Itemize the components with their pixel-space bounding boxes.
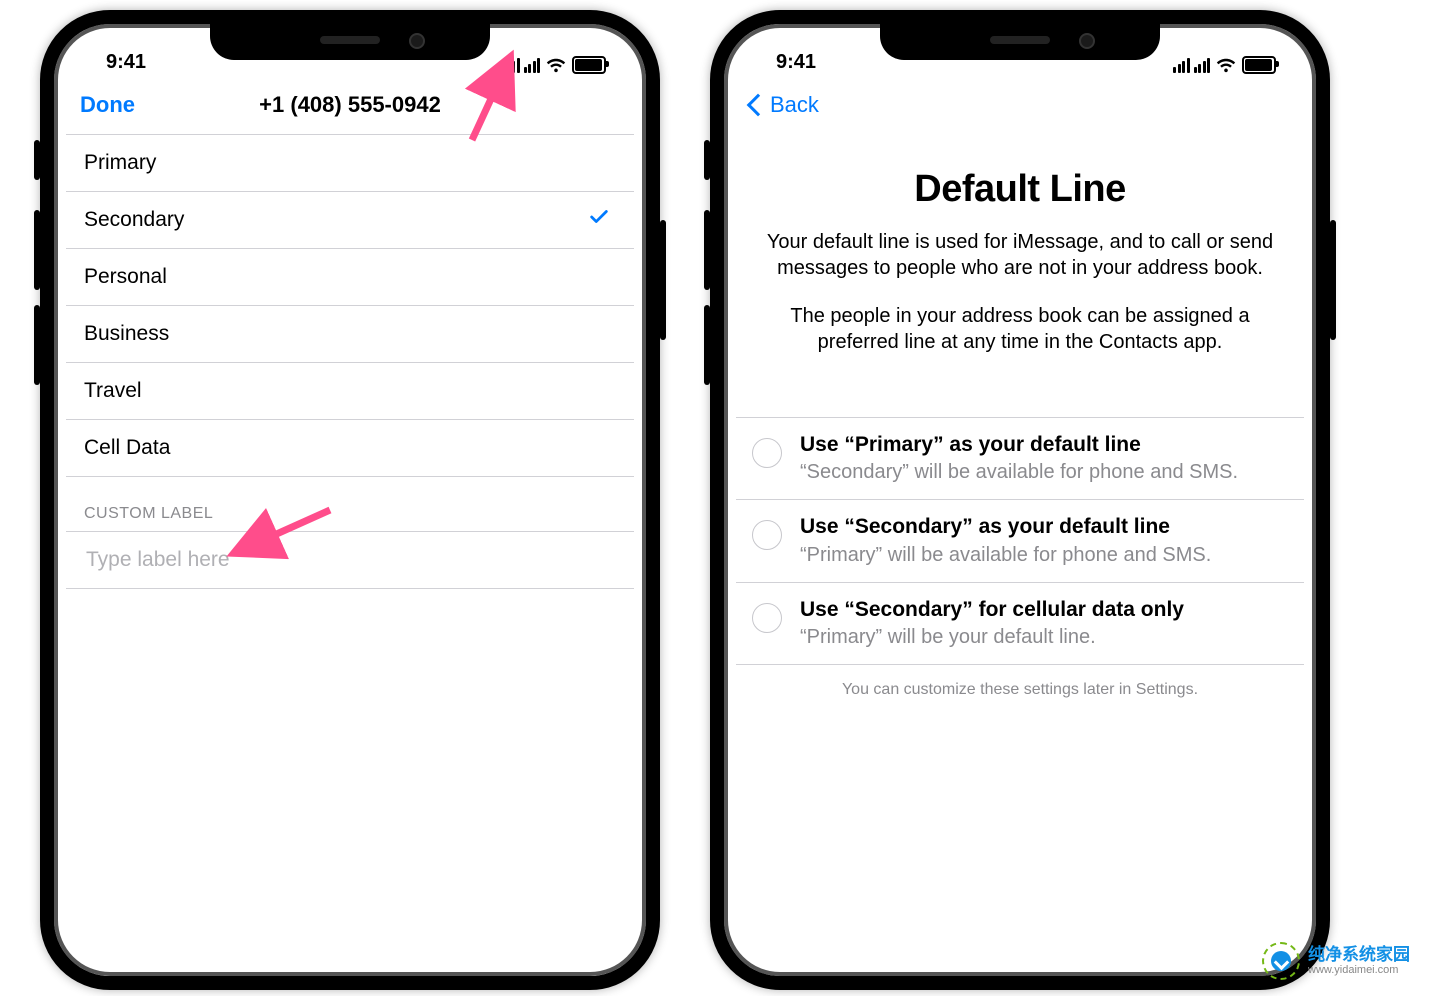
wifi-icon — [1216, 58, 1236, 73]
back-button[interactable]: Back — [750, 92, 819, 118]
default-line-option[interactable]: Use “Primary” as your default line“Secon… — [736, 417, 1304, 499]
description-2: The people in your address book can be a… — [756, 303, 1284, 355]
label-row[interactable]: Primary — [66, 135, 634, 192]
wifi-icon — [546, 58, 566, 73]
radio-icon — [752, 438, 782, 468]
annotation-arrow-icon — [460, 60, 520, 155]
label-picker-content: Primary Secondary Personal Business Travel Ce… — [66, 135, 634, 964]
page-title: +1 (408) 555-0942 — [259, 92, 441, 118]
headline-title: Default Line — [756, 168, 1284, 211]
label-row[interactable]: Travel — [66, 363, 634, 420]
option-subtitle: “Primary” will be your default line. — [800, 625, 1286, 650]
option-title: Use “Secondary” for cellular data only — [800, 597, 1286, 623]
back-label: Back — [770, 92, 819, 118]
status-time: 9:41 — [106, 51, 146, 74]
radio-icon — [752, 520, 782, 550]
checkmark-icon — [588, 206, 610, 234]
battery-icon — [572, 56, 606, 74]
footnote: You can customize these settings later i… — [736, 664, 1304, 715]
option-title: Use “Primary” as your default line — [800, 432, 1286, 458]
default-line-option[interactable]: Use “Secondary” for cellular data only“P… — [736, 582, 1304, 664]
done-button[interactable]: Done — [80, 92, 135, 118]
power-button — [660, 220, 666, 340]
chevron-left-icon — [747, 94, 770, 117]
label-row[interactable]: Personal — [66, 249, 634, 306]
screen-right: 9:41 Back Default Line Your default line… — [736, 36, 1304, 964]
headline-block: Default Line Your default line is used f… — [736, 134, 1304, 417]
battery-icon — [1242, 56, 1276, 74]
dual-signal-icon — [1173, 58, 1210, 73]
phone-mockup-left: 9:41 Done +1 (408) 555-0942 Primary Secon… — [40, 10, 660, 990]
watermark-url: www.yidaimei.com — [1308, 965, 1410, 976]
label-row[interactable]: Business — [66, 306, 634, 363]
watermark: 纯净系统家园 www.yidaimei.com — [1262, 942, 1410, 980]
description-1: Your default line is used for iMessage, … — [756, 229, 1284, 281]
notch — [880, 20, 1160, 60]
phone-mockup-right: 9:41 Back Default Line Your default line… — [710, 10, 1330, 990]
status-icons — [1173, 56, 1276, 74]
watermark-logo-icon — [1262, 942, 1300, 980]
custom-label-input[interactable] — [84, 547, 616, 573]
option-subtitle: “Primary” will be available for phone an… — [800, 543, 1286, 568]
radio-icon — [752, 603, 782, 633]
notch — [210, 20, 490, 60]
label-row[interactable]: Cell Data — [66, 420, 634, 477]
label-text: Cell Data — [84, 436, 170, 460]
label-text: Travel — [84, 379, 142, 403]
watermark-name: 纯净系统家园 — [1308, 946, 1410, 963]
label-text: Secondary — [84, 208, 184, 232]
power-button — [1330, 220, 1336, 340]
status-time: 9:41 — [776, 51, 816, 74]
option-subtitle: “Secondary” will be available for phone … — [800, 460, 1286, 485]
navigation-bar: Done +1 (408) 555-0942 — [66, 76, 634, 135]
screen-left: 9:41 Done +1 (408) 555-0942 Primary Secon… — [66, 36, 634, 964]
annotation-arrow-icon — [240, 500, 340, 565]
default-line-option[interactable]: Use “Secondary” as your default line “Pri… — [736, 499, 1304, 581]
label-row[interactable]: Secondary — [66, 192, 634, 249]
label-text: Primary — [84, 151, 156, 175]
label-text: Business — [84, 322, 169, 346]
label-text: Personal — [84, 265, 167, 289]
option-title: Use “Secondary” as your default line — [800, 514, 1286, 540]
navigation-bar: Back — [736, 76, 1304, 134]
default-line-content: Default Line Your default line is used f… — [736, 134, 1304, 964]
custom-label-header: CUSTOM LABEL — [66, 477, 634, 532]
custom-label-input-row[interactable] — [66, 532, 634, 589]
